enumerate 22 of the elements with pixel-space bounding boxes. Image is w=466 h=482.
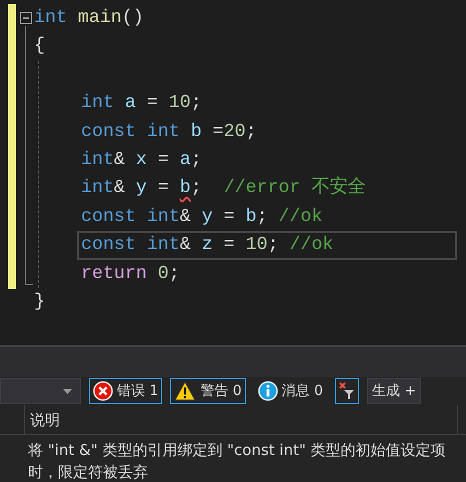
code-line: const int b =20; xyxy=(81,120,257,144)
filter-clear-icon xyxy=(339,382,356,400)
clear-filter-button[interactable] xyxy=(335,378,360,404)
dropdown-caret-icon xyxy=(63,389,72,394)
code-line: return 0; xyxy=(81,262,180,286)
build-source-dropdown[interactable]: 生成 + xyxy=(367,378,422,404)
current-code-line: const int& z = 10; //ok xyxy=(77,231,457,260)
code-line: int a = 10; xyxy=(81,92,202,116)
code-line: { xyxy=(34,35,45,58)
error-filter-button[interactable]: 错误 1 xyxy=(89,378,162,404)
info-filter-button[interactable]: 消息 0 xyxy=(254,378,328,404)
warning-icon xyxy=(174,381,196,401)
code-line: } xyxy=(34,290,45,314)
info-icon xyxy=(258,381,278,401)
code-line: int main() xyxy=(34,7,144,30)
error-description: 将 "int &" 类型的引用绑定到 "const int" 类型的初始值设定项时，限定符被丢弃 xyxy=(28,440,447,482)
warning-filter-button[interactable]: 警告 0 xyxy=(170,378,246,404)
code-line: int& x = a; xyxy=(81,148,202,172)
error-icon xyxy=(93,381,113,401)
code-line: const int& y = b; //ok xyxy=(81,206,322,229)
collapse-icon[interactable] xyxy=(20,12,32,24)
code-line: int& y = b; //error 不安全 xyxy=(81,175,366,200)
